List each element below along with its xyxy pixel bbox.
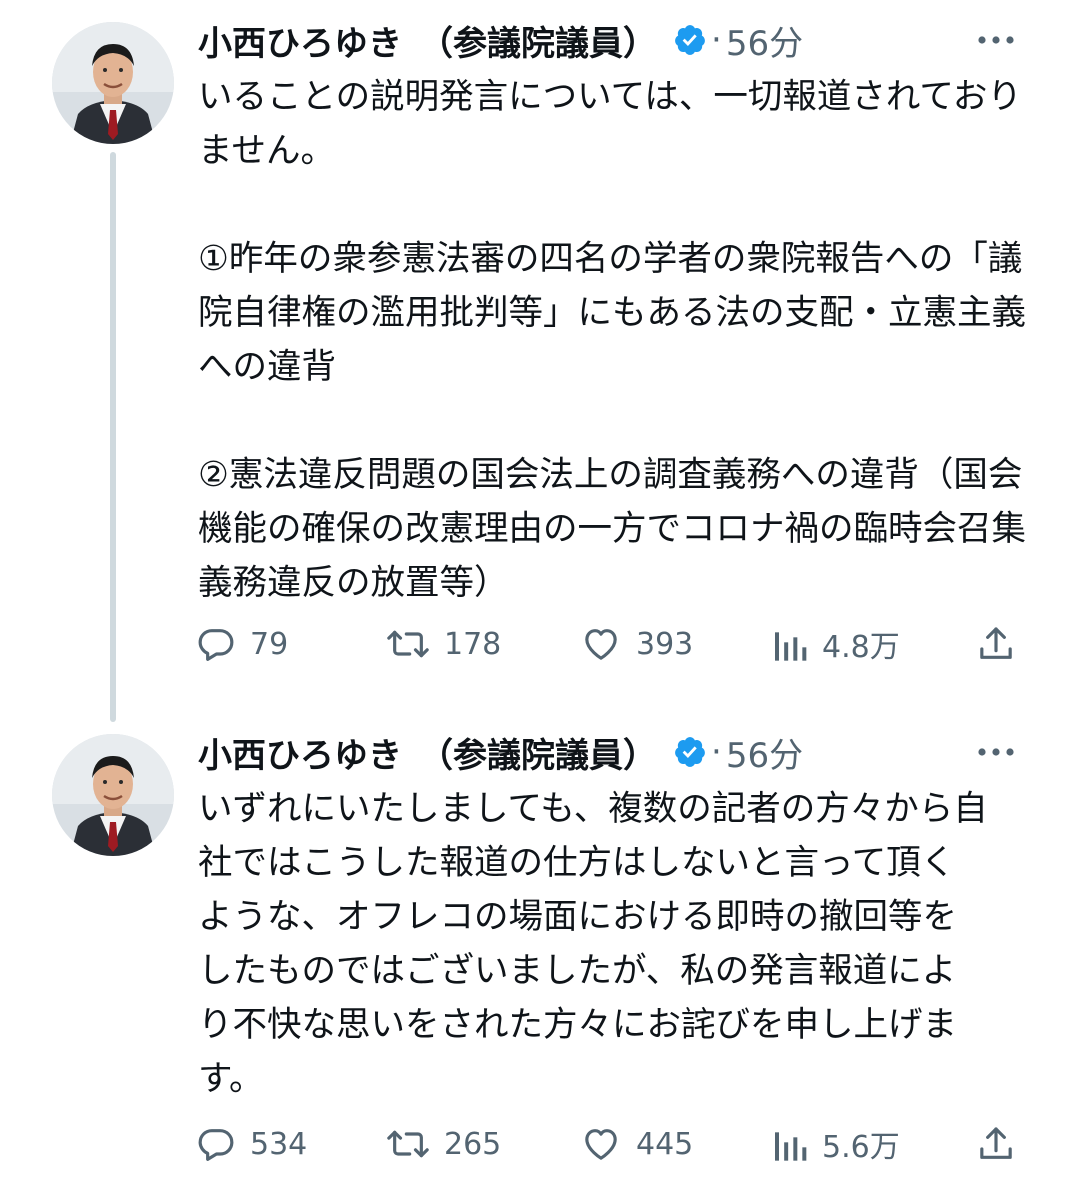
heart-icon bbox=[580, 1124, 622, 1164]
tweet-header: 小西ひろゆき （参議院議員） · 56分 bbox=[198, 724, 803, 780]
share-button[interactable] bbox=[976, 622, 1016, 666]
like-count: 393 bbox=[636, 626, 694, 662]
like-button[interactable]: 393 bbox=[580, 622, 693, 666]
views-button[interactable]: 5.6万 bbox=[772, 1122, 900, 1166]
more-dots-icon[interactable] bbox=[976, 20, 1016, 60]
views-bars-icon bbox=[772, 1124, 808, 1164]
share-upload-icon bbox=[976, 1124, 1016, 1164]
author-avatar[interactable] bbox=[52, 734, 174, 856]
verified-badge-icon bbox=[673, 23, 707, 57]
tweet-timestamp[interactable]: 56分 bbox=[726, 728, 803, 777]
tweet-timestamp[interactable]: 56分 bbox=[726, 16, 803, 65]
share-upload-icon bbox=[976, 624, 1016, 664]
share-button[interactable] bbox=[976, 1122, 1016, 1166]
thread-connector-line bbox=[110, 152, 116, 722]
reply-button[interactable]: 79 bbox=[196, 622, 288, 666]
like-button[interactable]: 445 bbox=[580, 1122, 693, 1166]
views-button[interactable]: 4.8万 bbox=[772, 622, 900, 666]
tweet-1[interactable]: 小西ひろゆき （参議院議員） · 56分 いることの説明発言については、一切報道… bbox=[0, 0, 1071, 722]
retweet-count: 178 bbox=[444, 626, 502, 662]
views-count: 5.6万 bbox=[822, 1130, 900, 1165]
more-dots-icon[interactable] bbox=[976, 732, 1016, 772]
tweet-header: 小西ひろゆき （参議院議員） · 56分 bbox=[198, 12, 803, 68]
author-name[interactable]: 小西ひろゆき （参議院議員） bbox=[198, 16, 657, 65]
retweet-count: 265 bbox=[444, 1126, 502, 1162]
reply-count: 79 bbox=[250, 626, 289, 662]
tweet-2[interactable]: 小西ひろゆき （参議院議員） · 56分 いずれにいたしましても、複数の記者の方… bbox=[0, 712, 1071, 1200]
like-count: 445 bbox=[636, 1126, 694, 1162]
tweet-actions: 79 178 393 4.8万 bbox=[196, 622, 1026, 666]
heart-icon bbox=[580, 624, 622, 664]
timestamp-separator: · bbox=[711, 20, 722, 60]
views-count: 4.8万 bbox=[822, 630, 900, 665]
tweet-text: いることの説明発言については、一切報道されておりません。 ①昨年の衆参憲法審の四… bbox=[198, 77, 1026, 603]
author-avatar[interactable] bbox=[52, 22, 174, 144]
reply-bubble-icon bbox=[196, 624, 236, 664]
retweet-button[interactable]: 265 bbox=[386, 1122, 501, 1166]
retweet-icon bbox=[386, 624, 430, 664]
retweet-button[interactable]: 178 bbox=[386, 622, 501, 666]
verified-badge-icon bbox=[673, 735, 707, 769]
reply-button[interactable]: 534 bbox=[196, 1122, 307, 1166]
tweet-actions: 534 265 445 5.6万 bbox=[196, 1122, 1026, 1166]
retweet-icon bbox=[386, 1124, 430, 1164]
timestamp-separator: · bbox=[711, 732, 722, 772]
reply-count: 534 bbox=[250, 1126, 308, 1162]
views-bars-icon bbox=[772, 624, 808, 664]
reply-bubble-icon bbox=[196, 1124, 236, 1164]
tweet-text: いずれにいたしましても、複数の記者の方々から自社ではこうした報道の仕方はしないと… bbox=[198, 789, 988, 1099]
author-name[interactable]: 小西ひろゆき （参議院議員） bbox=[198, 728, 657, 777]
